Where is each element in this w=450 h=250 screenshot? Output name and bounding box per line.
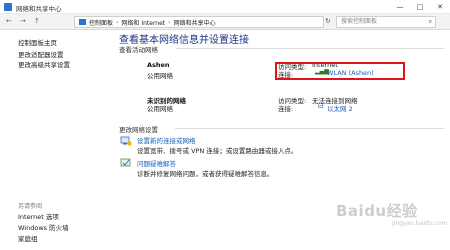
- change-settings-title: 更改网络设置: [119, 126, 158, 134]
- window-title: 网络和共享中心: [16, 5, 62, 13]
- sidebar-item-advanced-sharing[interactable]: 更改高级共享设置: [18, 59, 70, 69]
- maximize-button[interactable]: □: [410, 0, 430, 14]
- sidebar-item-control-panel-home[interactable]: 控制面板主页: [18, 37, 57, 47]
- ethernet-icon: ⊟: [318, 102, 324, 110]
- setup-new-connection-link[interactable]: 设置新的连接或网络: [137, 135, 196, 145]
- new-connection-icon: [120, 136, 132, 146]
- network-center-icon: [4, 3, 12, 11]
- title-bar: 网络和共享中心 — □ ✕: [0, 0, 450, 14]
- troubleshoot-icon: [120, 158, 131, 167]
- up-button[interactable]: ↑: [34, 17, 40, 25]
- troubleshoot-desc: 诊断并修复网络问题，或者获得疑难解答信息。: [137, 170, 274, 178]
- breadcrumb-sharing-center[interactable]: 网络和共享中心: [174, 18, 216, 27]
- network-type: 公用网络: [147, 72, 173, 80]
- setup-new-connection-desc: 设置宽带、拨号或 VPN 连接；或设置路由器或接入点。: [137, 147, 298, 155]
- sidebar-item-adapter-settings[interactable]: 更改适配器设置: [18, 49, 64, 59]
- divider: [175, 128, 444, 129]
- see-also-title: 另请参阅: [18, 203, 43, 210]
- minimize-button[interactable]: —: [390, 0, 410, 14]
- search-placeholder: 搜索控制面板: [341, 18, 378, 25]
- baidu-watermark: Baidu经验: [336, 202, 418, 220]
- sidebar-item-internet-options[interactable]: Internet 选项: [18, 211, 59, 221]
- troubleshoot-link[interactable]: 问题疑难解答: [137, 158, 176, 168]
- chevron-right-icon: ›: [116, 18, 119, 26]
- search-input[interactable]: 搜索控制面板 ⌕: [336, 16, 436, 28]
- control-panel-icon: [79, 19, 86, 25]
- active-networks-title: 查看活动网络: [119, 46, 158, 54]
- ethernet-connection-link[interactable]: 以太网 2: [327, 103, 353, 113]
- baidu-watermark-url: jingyan.baidu.com: [392, 220, 448, 227]
- connection-label: 连接:: [278, 105, 294, 113]
- network-name: Ashen: [147, 61, 170, 69]
- divider: [176, 48, 444, 49]
- breadcrumb-control-panel[interactable]: 控制面板: [89, 18, 113, 27]
- forward-button[interactable]: →: [20, 17, 26, 25]
- sidebar: 控制面板主页 更改适配器设置 更改高级共享设置 另请参阅 Internet 选项…: [0, 30, 98, 250]
- sidebar-item-homegroup[interactable]: 家庭组: [18, 233, 38, 243]
- address-bar: ← → ↑ 控制面板 › 网络和 Internet › 网络和共享中心 ↻ 搜索…: [0, 14, 450, 30]
- search-icon[interactable]: ⌕: [429, 17, 432, 27]
- breadcrumb-network-internet[interactable]: 网络和 Internet: [121, 18, 165, 27]
- window-controls: — □ ✕: [390, 0, 450, 14]
- highlight-box: [275, 62, 405, 80]
- network-type: 公用网络: [147, 105, 173, 113]
- breadcrumb[interactable]: 控制面板 › 网络和 Internet › 网络和共享中心: [74, 16, 324, 28]
- close-button[interactable]: ✕: [430, 0, 450, 14]
- back-button[interactable]: ←: [6, 17, 12, 25]
- sidebar-item-windows-firewall[interactable]: Windows 防火墙: [18, 222, 69, 232]
- refresh-button[interactable]: ↻: [325, 17, 331, 25]
- chevron-right-icon: ›: [168, 18, 171, 26]
